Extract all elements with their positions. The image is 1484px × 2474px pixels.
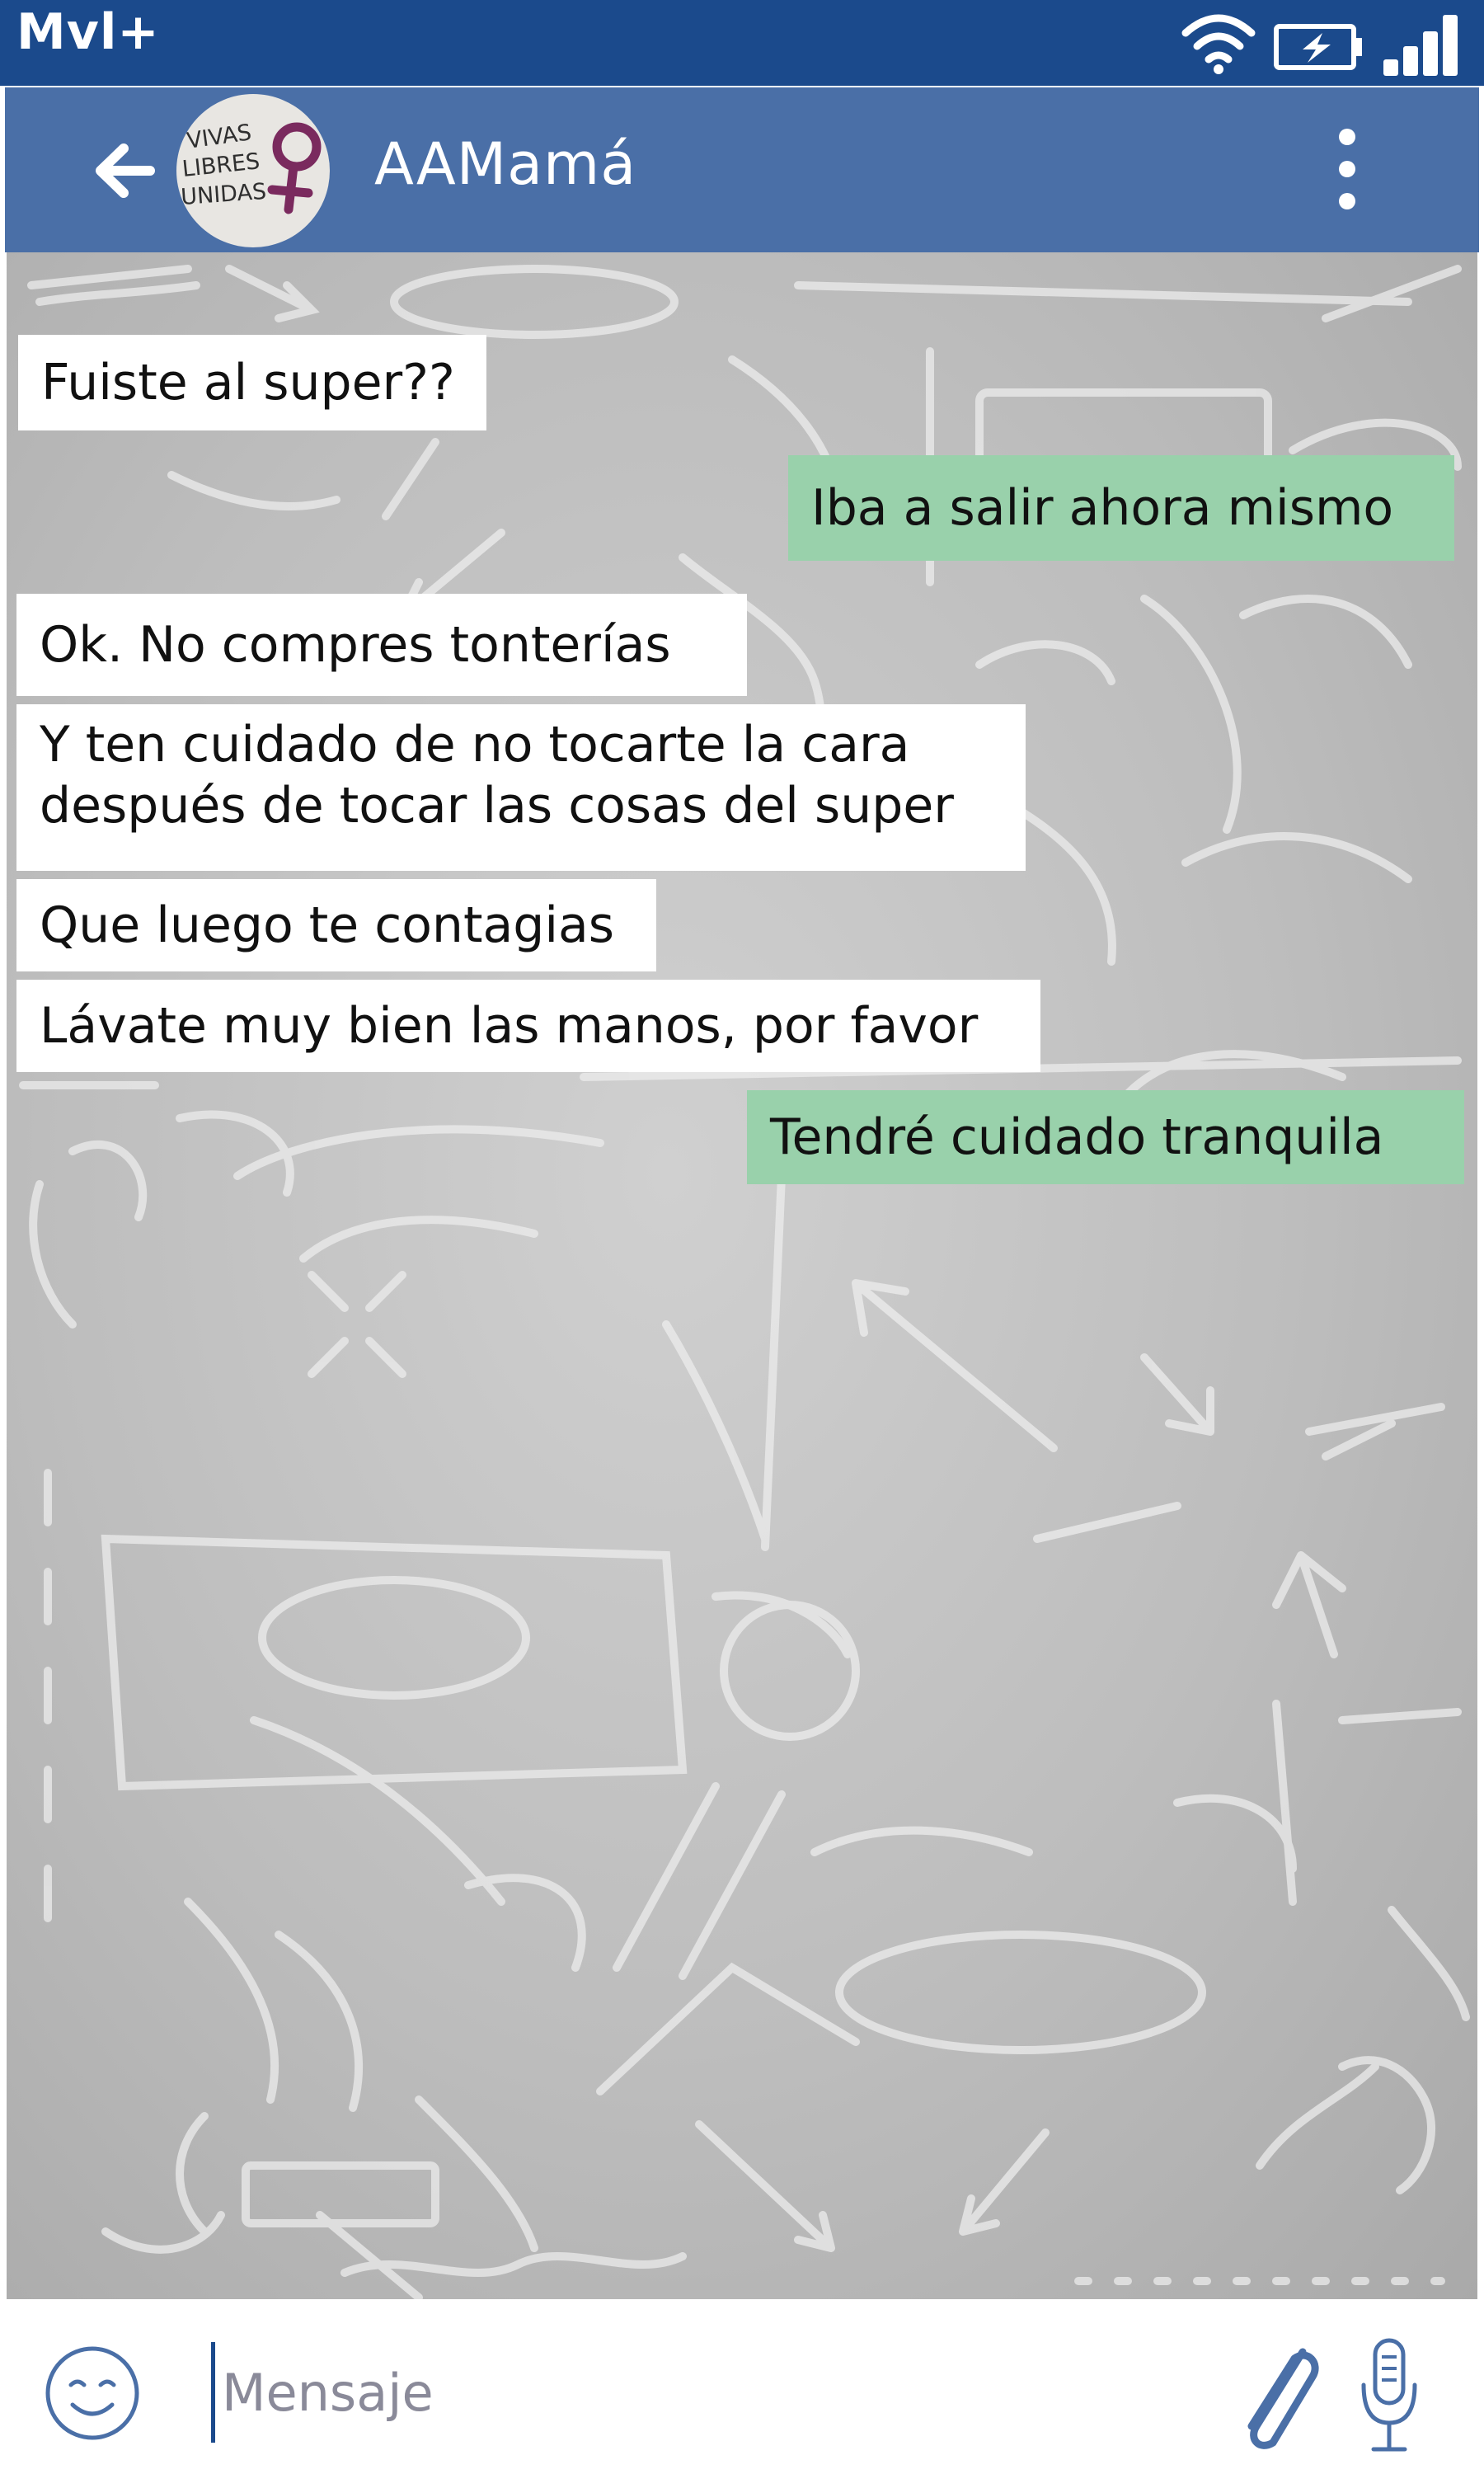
battery-charging-icon — [1274, 24, 1362, 70]
avatar-text-line-3: UNIDAS — [180, 179, 267, 210]
microphone-icon[interactable] — [1352, 2334, 1426, 2458]
message-bubble-outgoing[interactable]: Tendré cuidado tranquila — [747, 1090, 1464, 1184]
message-input[interactable] — [211, 2342, 1213, 2443]
message-input-bar — [0, 2301, 1484, 2474]
message-bubble-incoming[interactable]: Fuiste al super?? — [18, 335, 486, 430]
status-bar: Mvl+ — [0, 0, 1484, 86]
signal-icon — [1383, 15, 1458, 76]
status-icons — [1179, 7, 1459, 81]
back-arrow-icon[interactable] — [92, 134, 158, 208]
emoji-icon[interactable] — [43, 2344, 142, 2443]
avatar-text-line-1: VIVAS — [186, 120, 253, 154]
message-bubble-incoming[interactable]: Y ten cuidado de no tocarte la cara desp… — [16, 704, 1026, 871]
chat-area[interactable]: Fuiste al super?? Iba a salir ahora mism… — [7, 252, 1477, 2299]
chat-header: VIVAS LIBRES UNIDAS AAMamá — [5, 87, 1479, 252]
contact-name[interactable]: AAMamá — [374, 130, 636, 198]
wifi-icon — [1181, 14, 1256, 74]
message-bubble-incoming[interactable]: Que luego te contagias — [16, 879, 656, 971]
avatar-text-line-2: LIBRES — [181, 148, 261, 182]
message-bubble-incoming[interactable]: Lávate muy bien las manos, por favor — [16, 980, 1040, 1072]
message-bubble-outgoing[interactable]: Iba a salir ahora mismo — [788, 455, 1454, 561]
female-symbol-icon — [267, 122, 322, 214]
paperclip-icon[interactable] — [1227, 2334, 1326, 2458]
message-bubble-incoming[interactable]: Ok. No compres tonterías — [16, 594, 747, 696]
more-vert-icon[interactable] — [1327, 124, 1367, 214]
avatar[interactable]: VIVAS LIBRES UNIDAS — [176, 94, 330, 247]
carrier-label: Mvl+ — [16, 3, 160, 61]
